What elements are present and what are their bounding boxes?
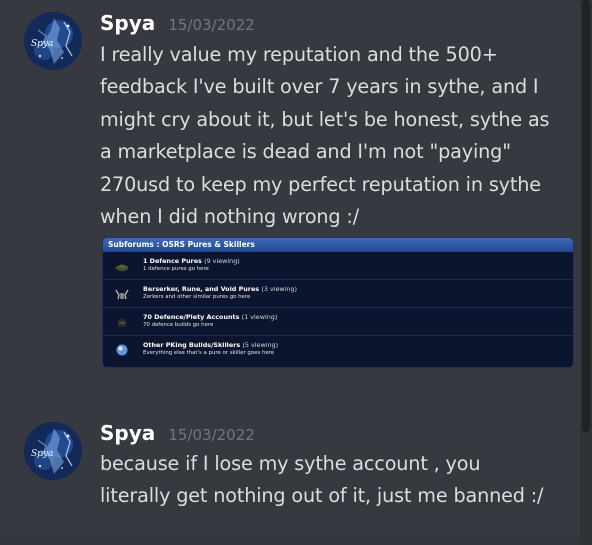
avatar-text: Spya <box>31 39 53 49</box>
scrollbar-thumb[interactable] <box>582 0 590 432</box>
subforum-row: 70 Defence/Piety Accounts (1 viewing) 70… <box>103 308 573 336</box>
message-header: Spya 15/03/2022 <box>100 11 255 35</box>
helmet-icon <box>115 264 129 272</box>
subforum-row: Berserker, Rune, and Void Pures (3 viewi… <box>103 280 573 308</box>
dark-helm-icon <box>118 318 126 327</box>
subforum-title: Other PKing Builds/Skillers (5 viewing) <box>143 341 278 349</box>
avatar-image: Spya <box>24 12 82 70</box>
username[interactable]: Spya <box>100 11 155 35</box>
message-header: Spya 15/03/2022 <box>100 421 255 445</box>
chat-window: Spya Spya 15/03/2022 I really value my r… <box>0 0 592 545</box>
subforum-row: Other PKing Builds/Skillers (5 viewing) … <box>103 336 573 364</box>
subforum-title-text: Berserker, Rune, and Void Pures <box>143 285 260 293</box>
subforum-description: Zerkers and other similar pures go here <box>143 294 251 300</box>
timestamp[interactable]: 15/03/2022 <box>168 426 254 444</box>
image-attachment[interactable]: Subforums : OSRS Pures & Skillers 1 Defe… <box>102 237 574 368</box>
viewing-count: (3 viewing) <box>261 285 298 293</box>
scrollbar-track[interactable] <box>580 0 592 545</box>
message-text: because if I lose my sythe account , you… <box>100 452 544 508</box>
avatar-text: Spya <box>31 449 53 459</box>
message-text: I really value my reputation and the 500… <box>100 43 550 229</box>
orb-icon <box>116 344 128 356</box>
subforum-description: 1 defence pures go here <box>143 266 209 272</box>
subforum-header: Subforums : OSRS Pures & Skillers <box>103 238 573 252</box>
subforum-description: 70 defence builds go here <box>143 322 214 328</box>
subforum-description: Everything else that's a pure or skiller… <box>143 350 275 356</box>
message-input-edge <box>0 537 580 545</box>
subforum-row: 1 Defence Pures (9 viewing) 1 defence pu… <box>103 252 573 280</box>
timestamp[interactable]: 15/03/2022 <box>168 16 254 34</box>
subforum-title: 70 Defence/Piety Accounts (1 viewing) <box>143 313 277 321</box>
viewing-count: (5 viewing) <box>242 341 279 349</box>
username[interactable]: Spya <box>100 421 155 445</box>
horned-helm-icon <box>115 289 129 300</box>
viewing-count: (9 viewing) <box>204 257 240 265</box>
subforum-title: Berserker, Rune, and Void Pures (3 viewi… <box>143 285 297 293</box>
avatar-image: Spya <box>24 422 82 480</box>
viewing-count: (1 viewing) <box>241 313 278 321</box>
avatar[interactable]: Spya <box>24 12 82 70</box>
subforum-title-text: 1 Defence Pures <box>143 257 202 265</box>
subforum-title: 1 Defence Pures (9 viewing) <box>143 257 240 265</box>
subforum-title-text: Other PKing Builds/Skillers <box>143 341 241 349</box>
avatar[interactable]: Spya <box>24 422 82 480</box>
subforum-title-text: 70 Defence/Piety Accounts <box>143 313 240 321</box>
